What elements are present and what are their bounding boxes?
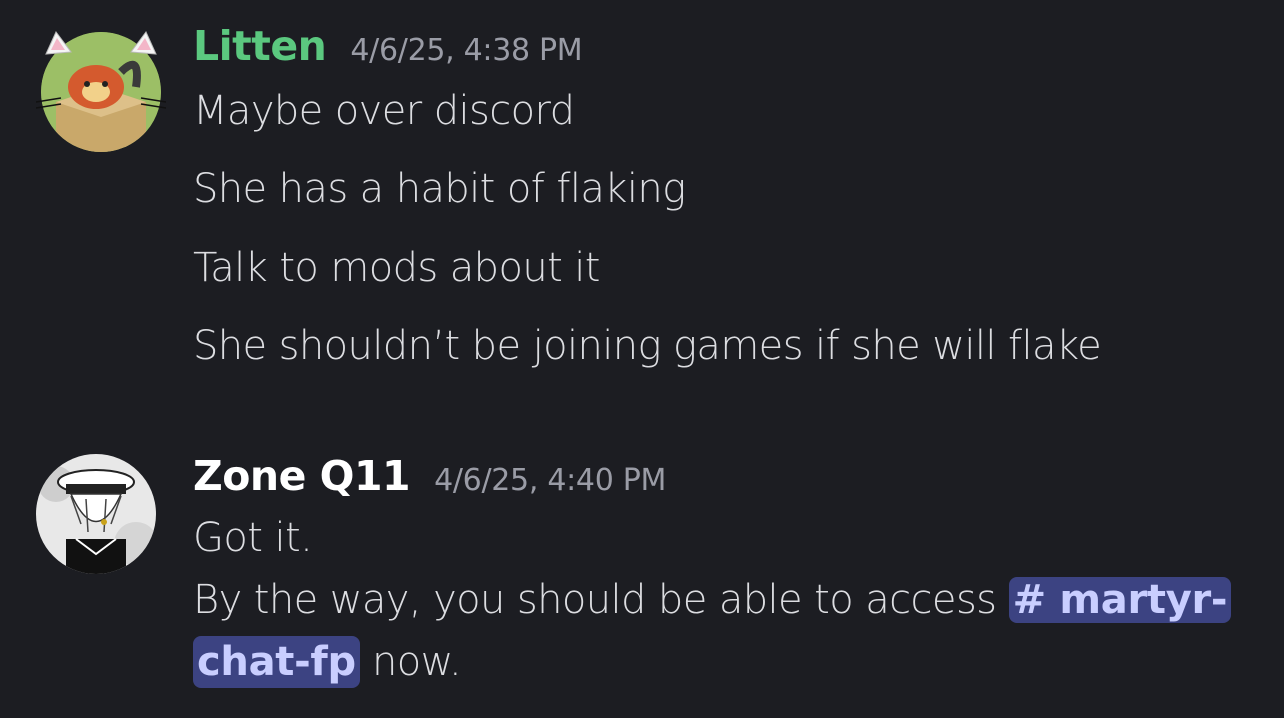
message-header: Litten 4/6/25, 4:38 PM bbox=[193, 22, 583, 70]
message-text: now. bbox=[371, 639, 462, 685]
cat-avatar-icon bbox=[35, 31, 167, 152]
message-line: Talk to mods about it bbox=[193, 245, 601, 291]
avatar[interactable] bbox=[36, 454, 156, 574]
message-line: By the way, you should be able to access… bbox=[193, 577, 1232, 623]
avatar[interactable] bbox=[35, 27, 167, 152]
message-line: She shouldn’t be joining games if she wi… bbox=[193, 323, 1102, 369]
timestamp: 4/6/25, 4:40 PM bbox=[434, 463, 667, 498]
message-line: Got it. bbox=[193, 515, 313, 561]
character-avatar-icon bbox=[36, 454, 156, 574]
chat-messages: Litten 4/6/25, 4:38 PM Maybe over discor… bbox=[0, 0, 1284, 718]
username[interactable]: Zone Q11 bbox=[193, 452, 411, 500]
channel-mention[interactable]: # martyr- bbox=[1008, 577, 1232, 623]
message-header: Zone Q11 4/6/25, 4:40 PM bbox=[193, 452, 666, 500]
message-line: Maybe over discord bbox=[193, 88, 575, 134]
timestamp: 4/6/25, 4:38 PM bbox=[350, 33, 583, 68]
username[interactable]: Litten bbox=[193, 22, 327, 70]
message-line: chat-fp now. bbox=[193, 636, 462, 688]
message-line: She has a habit of flaking bbox=[193, 166, 686, 212]
message-text: By the way, you should be able to access bbox=[193, 577, 997, 623]
channel-mention[interactable]: chat-fp bbox=[193, 636, 360, 688]
